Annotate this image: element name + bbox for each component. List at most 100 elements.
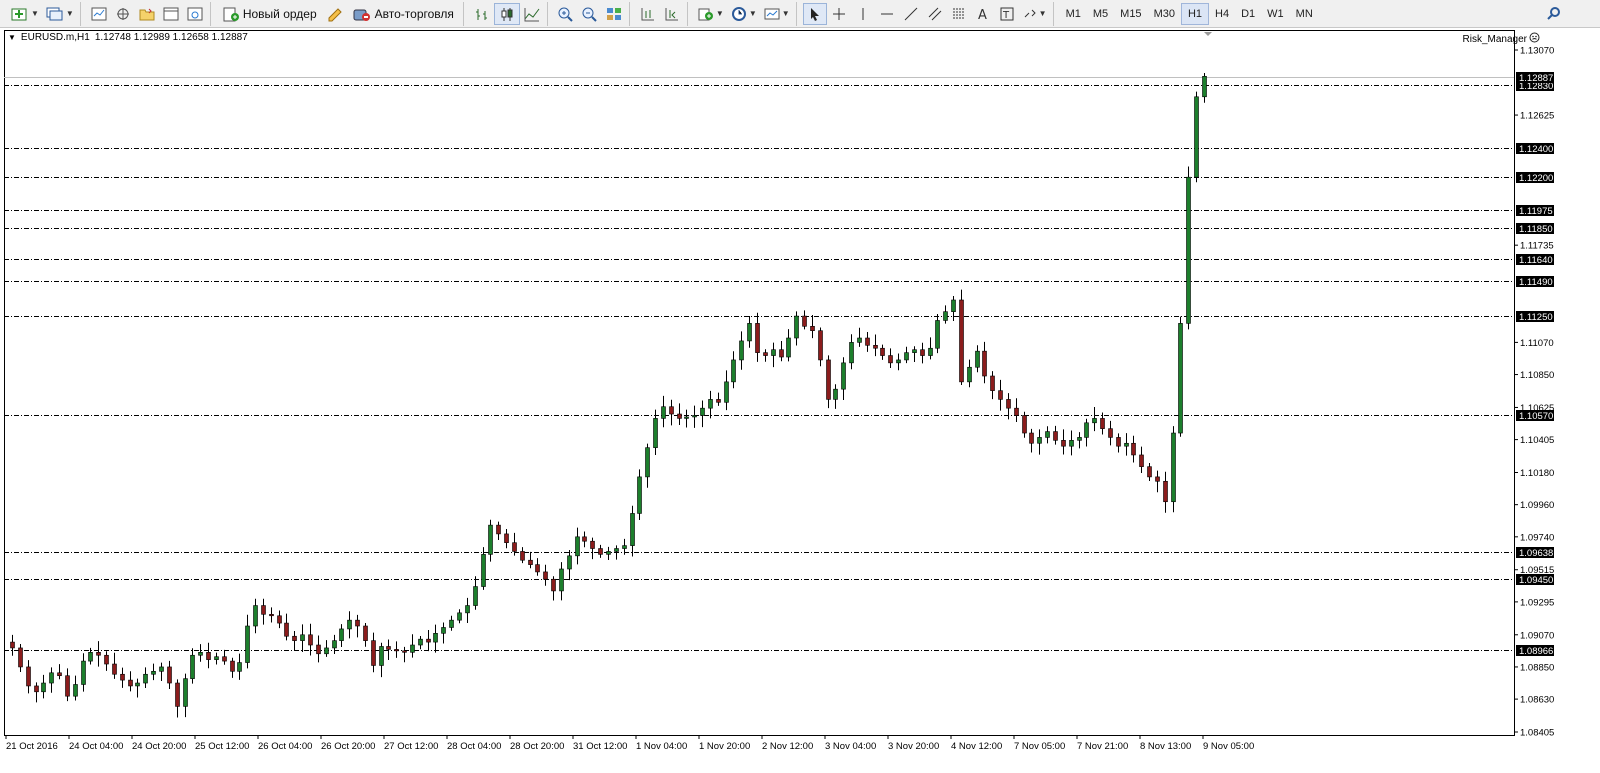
candle-body <box>183 678 188 707</box>
market-watch-icon[interactable] <box>87 3 111 25</box>
x-tick-label: 24 Oct 04:00 <box>69 741 123 752</box>
candle-body <box>1147 466 1152 478</box>
candle-body <box>1194 96 1199 178</box>
timeframe-mn[interactable]: MN <box>1290 3 1319 25</box>
candle-body <box>1202 76 1207 98</box>
smiley-icon <box>1529 32 1540 46</box>
candlestick-icon[interactable] <box>493 2 520 25</box>
y-tick-label: 1.09295 <box>1520 597 1554 608</box>
candle-body <box>245 625 250 663</box>
candle-body <box>26 666 31 687</box>
candle-body <box>324 647 329 655</box>
data-window-icon[interactable] <box>111 3 135 25</box>
toolbar-group-charttype <box>467 1 548 26</box>
candle-body <box>88 652 93 662</box>
candle-body <box>708 399 713 409</box>
candle-body <box>1139 454 1144 467</box>
candle-body <box>982 350 987 377</box>
timeframe-m15[interactable]: M15 <box>1114 3 1147 25</box>
candle-body <box>912 349 917 353</box>
candle-body <box>269 614 274 617</box>
chart-shift-icon[interactable] <box>636 3 660 25</box>
candle-body <box>308 634 313 646</box>
profiles-icon[interactable]: ▼ <box>42 3 77 25</box>
candle-body <box>622 545 627 549</box>
candle-body <box>1155 476 1160 482</box>
horizontal-line-icon[interactable] <box>875 3 899 25</box>
timeframe-m1[interactable]: M1 <box>1060 3 1087 25</box>
y-tick-label: 1.12625 <box>1520 111 1554 122</box>
tile-windows-icon[interactable] <box>602 3 626 25</box>
vertical-line-icon[interactable] <box>851 3 875 25</box>
navigator-icon[interactable] <box>135 3 159 25</box>
candle-body <box>128 679 133 687</box>
new-chart-icon[interactable]: ▼ <box>7 3 42 25</box>
autoscroll-icon[interactable] <box>660 3 684 25</box>
candle-body <box>528 559 533 565</box>
chart-collapse-icon[interactable]: ▼ <box>8 33 16 42</box>
timeframe-d1[interactable]: D1 <box>1235 3 1261 25</box>
text-icon[interactable]: A <box>971 3 995 25</box>
candle-body <box>763 352 768 356</box>
cursor-icon[interactable] <box>802 2 827 25</box>
equidistant-channel-icon[interactable] <box>923 3 947 25</box>
toolbar-group-nav <box>633 1 688 26</box>
x-tick-label: 8 Nov 13:00 <box>1140 741 1191 752</box>
crosshair-icon[interactable] <box>827 3 851 25</box>
candle-body <box>206 652 211 660</box>
strategy-tester-icon[interactable] <box>183 3 207 25</box>
trendline-icon[interactable] <box>899 3 923 25</box>
line-chart-icon[interactable] <box>520 3 544 25</box>
metaeditor-icon[interactable] <box>323 3 347 25</box>
candle-body <box>888 355 893 364</box>
new-order-button[interactable]: Новый ордер <box>217 3 323 25</box>
timeframe-m5[interactable]: M5 <box>1087 3 1114 25</box>
timeframe-h1[interactable]: H1 <box>1180 2 1210 25</box>
timeframe-m30[interactable]: M30 <box>1148 3 1181 25</box>
expert-advisor-label[interactable]: Risk_Manager <box>1463 32 1540 46</box>
candle-body <box>818 330 823 361</box>
search-icon[interactable] <box>1542 3 1566 25</box>
chart-canvas[interactable]: 1.130701.126251.117351.110701.108501.106… <box>4 30 1596 773</box>
candle-body <box>645 447 650 478</box>
indicators-icon[interactable]: ▼ <box>694 3 727 25</box>
candle-body <box>575 536 580 557</box>
candle-body <box>73 684 78 697</box>
candle-body <box>433 633 438 643</box>
periods-icon[interactable]: ▼ <box>727 3 760 25</box>
autotrading-button[interactable]: Авто-торговля <box>347 3 460 25</box>
candle-body <box>379 646 384 666</box>
candle-body <box>692 415 697 418</box>
candle-body <box>175 682 180 707</box>
candle-body <box>104 654 109 665</box>
timeframe-w1[interactable]: W1 <box>1261 3 1290 25</box>
toolbar-group-windows <box>84 1 211 26</box>
templates-icon[interactable]: ▼ <box>760 3 793 25</box>
candle-body <box>371 640 376 666</box>
chart-window[interactable]: 1.13070 1.12625 1.11735 1.11070 1.10850 1.106… <box>4 30 1596 773</box>
timeframe-h4[interactable]: H4 <box>1209 3 1235 25</box>
x-tick-label: 9 Nov 05:00 <box>1203 741 1254 752</box>
y-tick-label: 1.10180 <box>1520 468 1554 479</box>
candle-body <box>896 359 901 364</box>
candle-body <box>920 349 925 356</box>
candle-body <box>967 366 972 383</box>
x-tick-label: 7 Nov 05:00 <box>1014 741 1065 752</box>
plot-area <box>4 30 1515 736</box>
autotrading-label: Авто-торговля <box>374 6 454 21</box>
fibonacci-icon[interactable] <box>947 3 971 25</box>
zoom-in-icon[interactable] <box>554 3 578 25</box>
candle-body <box>1084 422 1089 438</box>
candle-body <box>849 342 854 364</box>
arrows-icon[interactable]: ▼ <box>1019 3 1050 25</box>
text-label-icon[interactable]: T <box>995 3 1019 25</box>
terminal-icon[interactable] <box>159 3 183 25</box>
candle-body <box>394 649 399 652</box>
candle-body <box>316 644 321 655</box>
zoom-out-icon[interactable] <box>578 3 602 25</box>
candle-body <box>724 381 729 403</box>
candle-body <box>998 390 1003 400</box>
bar-chart-icon[interactable] <box>470 3 494 25</box>
candle-body <box>904 352 909 361</box>
y-tick-label: 1.11735 <box>1520 241 1554 252</box>
